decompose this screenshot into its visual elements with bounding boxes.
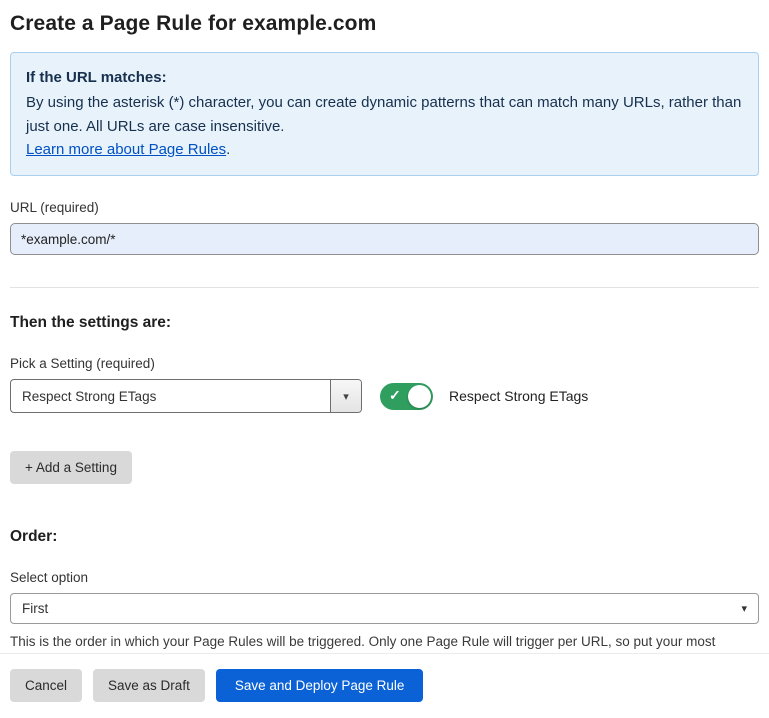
order-select-value: First xyxy=(22,601,48,616)
form-actions: Cancel Save as Draft Save and Deploy Pag… xyxy=(0,653,769,718)
learn-more-link[interactable]: Learn more about Page Rules xyxy=(26,141,226,158)
link-period: . xyxy=(226,141,230,158)
chevron-down-icon: ▾ xyxy=(741,602,747,615)
url-match-info-box: If the URL matches: By using the asteris… xyxy=(10,52,759,176)
settings-section-heading: Then the settings are: xyxy=(10,314,759,332)
info-box-link-line: Learn more about Page Rules. xyxy=(26,138,743,161)
info-box-body: By using the asterisk (*) character, you… xyxy=(26,91,743,138)
pick-setting-label: Pick a Setting (required) xyxy=(10,356,759,371)
section-divider xyxy=(10,287,759,288)
setting-select[interactable]: Respect Strong ETags ▾ xyxy=(10,379,362,413)
page-title: Create a Page Rule for example.com xyxy=(10,12,759,36)
setting-row: Respect Strong ETags ▾ ✓ Respect Strong … xyxy=(10,379,759,413)
order-select-label: Select option xyxy=(10,570,759,585)
save-draft-button[interactable]: Save as Draft xyxy=(93,669,205,702)
url-input[interactable] xyxy=(10,223,759,255)
setting-select-arrow-button[interactable]: ▾ xyxy=(330,380,361,412)
check-icon: ✓ xyxy=(389,387,401,404)
setting-select-value: Respect Strong ETags xyxy=(11,380,330,412)
etags-toggle[interactable]: ✓ xyxy=(380,383,433,410)
save-deploy-button[interactable]: Save and Deploy Page Rule xyxy=(216,669,424,702)
page-rule-form: Create a Page Rule for example.com If th… xyxy=(0,0,769,674)
toggle-label: Respect Strong ETags xyxy=(449,388,588,404)
toggle-knob xyxy=(408,385,431,408)
add-setting-button[interactable]: + Add a Setting xyxy=(10,451,132,484)
url-field-label: URL (required) xyxy=(10,200,759,215)
order-section-heading: Order: xyxy=(10,528,759,546)
order-select[interactable]: First ▾ xyxy=(10,593,759,624)
chevron-down-icon: ▾ xyxy=(343,390,349,403)
info-box-heading: If the URL matches: xyxy=(26,66,743,89)
cancel-button[interactable]: Cancel xyxy=(10,669,82,702)
